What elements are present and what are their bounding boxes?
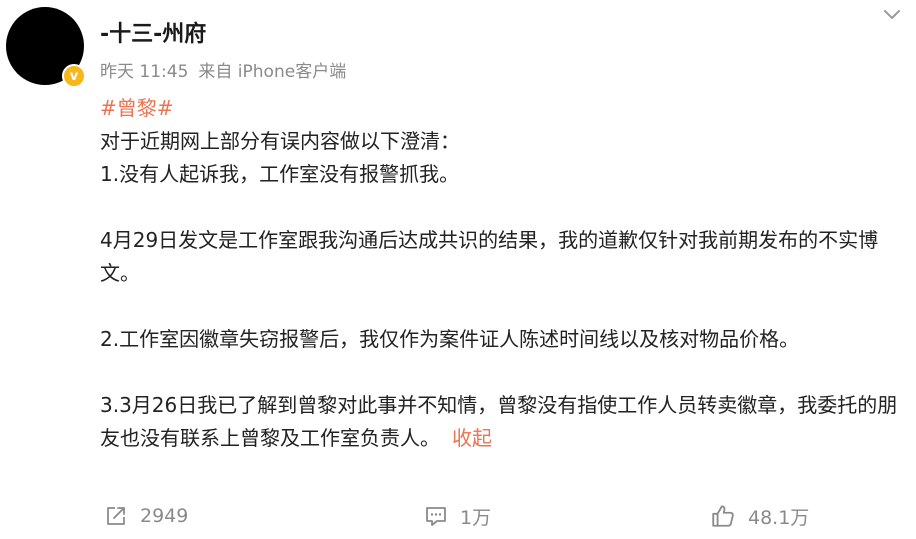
post-paragraph-last: 3.3月26日我已了解到曾黎对此事并不知情，曾黎没有指使工作人员转卖徽章，我委托… — [100, 389, 906, 455]
repost-button[interactable]: 2949 — [104, 498, 188, 534]
post-paragraph: 对于近期网上部分有误内容做以下澄清： — [100, 129, 460, 153]
hashtag-link[interactable]: #曾黎# — [100, 96, 174, 120]
post-body: #曾黎# 对于近期网上部分有误内容做以下澄清： 1.没有人起诉我，工作室没有报警… — [100, 92, 906, 455]
like-count: 48.1万 — [748, 506, 810, 529]
post-meta: 昨天 11:45 来自 iPhone客户端 — [100, 57, 346, 82]
comment-count: 1万 — [460, 506, 492, 529]
like-button[interactable]: 48.1万 — [710, 498, 809, 534]
post-paragraph: 2.工作室因徽章失窃报警后，我仅作为案件证人陈述时间线以及核对物品价格。 — [100, 327, 800, 351]
action-bar: 2949 1万 48.1万 — [0, 498, 916, 534]
post-paragraph: 4月29日发文是工作室跟我沟通后达成共识的结果，我的道歉仅针对我前期发布的不实博… — [100, 228, 879, 285]
chevron-down-icon[interactable] — [882, 8, 902, 22]
post-paragraph-text: 3.3月26日我已了解到曾黎对此事并不知情，曾黎没有指使工作人员转卖徽章，我委托… — [100, 393, 898, 450]
thumbs-up-icon — [712, 505, 734, 527]
repost-icon — [107, 507, 125, 525]
repost-count: 2949 — [140, 505, 189, 527]
post-paragraph: 1.没有人起诉我，工作室没有报警抓我。 — [100, 162, 460, 186]
comment-button[interactable]: 1万 — [424, 498, 491, 534]
comment-icon — [426, 507, 446, 526]
collapse-link[interactable]: 收起 — [452, 426, 492, 450]
post-source: 来自 iPhone客户端 — [198, 62, 347, 82]
verified-badge-icon: v — [62, 64, 86, 88]
post-time[interactable]: 昨天 11:45 — [100, 62, 188, 82]
author-name[interactable]: -十三-州府 — [100, 16, 206, 48]
